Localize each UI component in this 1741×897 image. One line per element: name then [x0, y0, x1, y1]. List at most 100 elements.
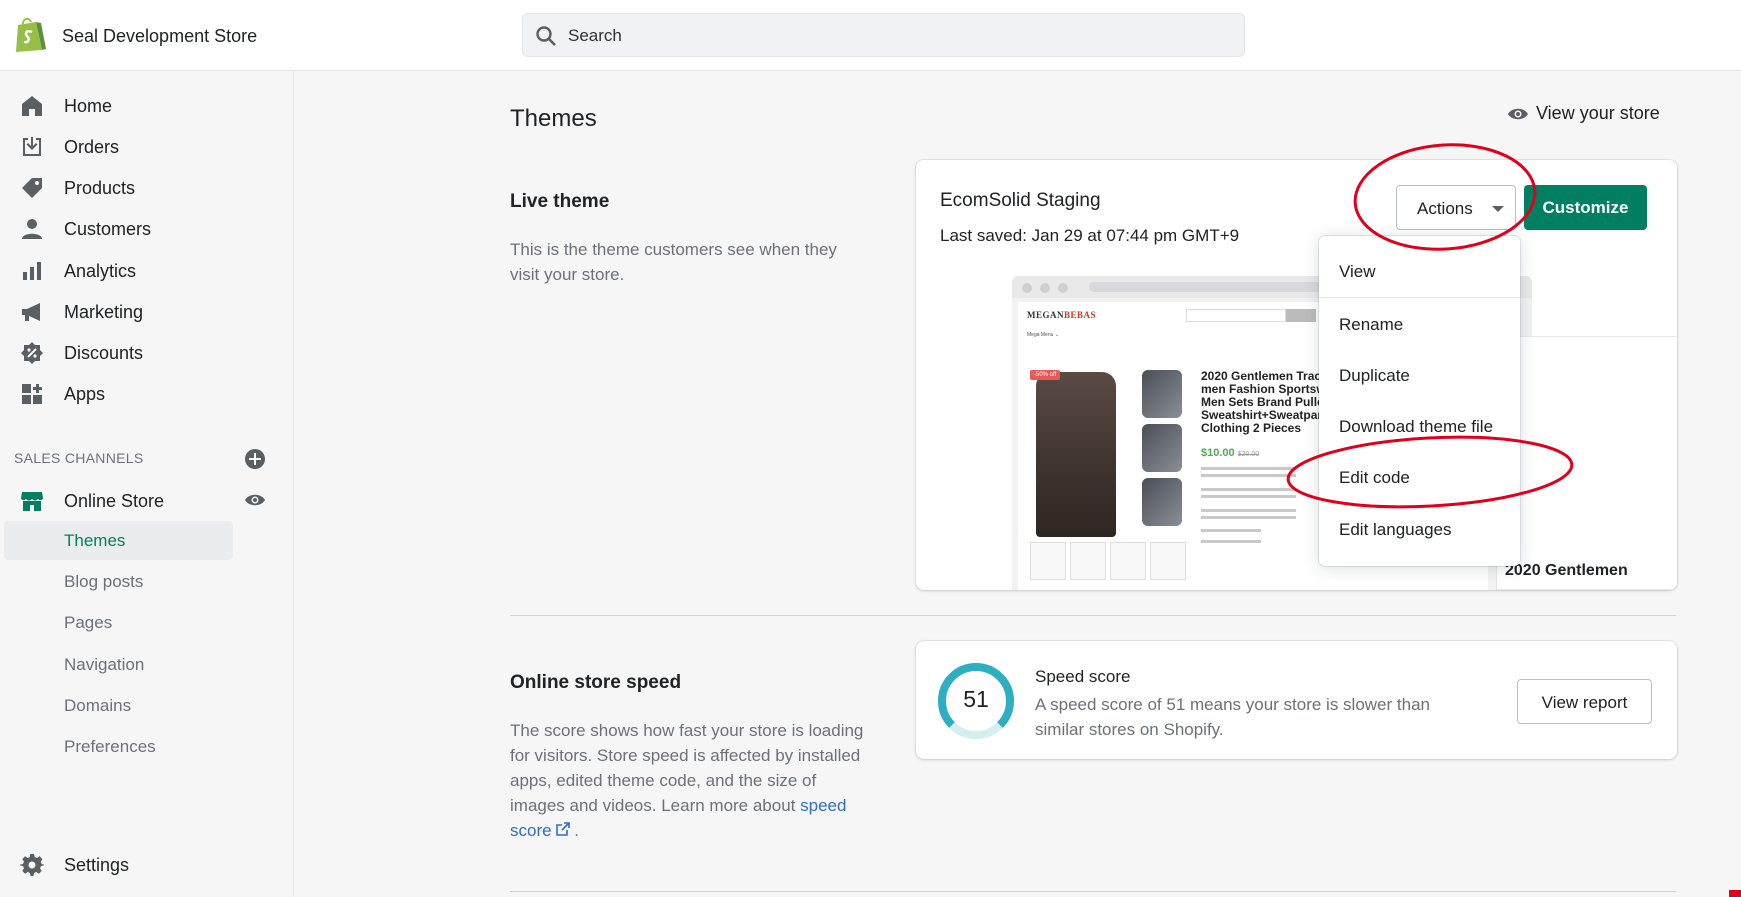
- preview-search-button: [1286, 309, 1316, 322]
- discount-icon: [21, 342, 43, 364]
- sidebar-item-preferences[interactable]: Preferences: [4, 727, 233, 766]
- eye-icon[interactable]: [244, 489, 266, 511]
- product-image: [1142, 478, 1182, 526]
- sidebar-item-label: Themes: [64, 531, 126, 550]
- sidebar-item-home[interactable]: Home: [0, 86, 294, 126]
- thumbnail: [1150, 542, 1186, 580]
- sidebar-item-analytics[interactable]: Analytics: [0, 251, 294, 291]
- sidebar-item-orders[interactable]: Orders: [0, 127, 294, 167]
- product-main-image: [1036, 372, 1116, 537]
- mobile-preview-title: 2020 Gentlemen: [1505, 562, 1628, 579]
- sidebar-item-discounts[interactable]: Discounts: [0, 333, 294, 373]
- thumbnail: [1070, 542, 1106, 580]
- top-bar: Seal Development Store Search: [0, 0, 1741, 71]
- sidebar-item-label: Settings: [64, 855, 130, 875]
- thumbnail: [1110, 542, 1146, 580]
- orders-icon: [23, 137, 41, 156]
- menu-item-label: View: [1339, 262, 1376, 281]
- menu-item-rename[interactable]: Rename: [1319, 306, 1520, 346]
- store-name[interactable]: Seal Development Store: [62, 26, 257, 47]
- menu-item-edit-code[interactable]: Edit code: [1319, 459, 1520, 499]
- preview-price: $10.00 $20.00: [1201, 447, 1260, 459]
- search-placeholder: Search: [568, 26, 622, 45]
- product-image: [1142, 424, 1182, 472]
- speed-score-value: 51: [963, 686, 989, 712]
- window-dot: [1058, 283, 1068, 293]
- live-theme-heading: Live theme: [510, 191, 610, 212]
- add-channel-icon[interactable]: [244, 448, 266, 470]
- caret-down-icon: [1492, 206, 1504, 212]
- gear-icon: [20, 854, 44, 876]
- page-title: Themes: [510, 105, 597, 132]
- sidebar-item-label: Customers: [64, 219, 152, 239]
- live-theme-description: This is the theme customers see when the…: [510, 240, 837, 284]
- sidebar-item-label: Home: [64, 96, 113, 116]
- sidebar-item-label: Marketing: [64, 302, 144, 322]
- sidebar-item-domains[interactable]: Domains: [4, 686, 233, 725]
- search-input[interactable]: Search: [522, 13, 1245, 57]
- menu-item-duplicate[interactable]: Duplicate: [1319, 357, 1520, 397]
- window-dot: [1040, 283, 1050, 293]
- main-content: Themes View your store Live theme This i…: [295, 71, 1741, 897]
- menu-divider: [1319, 297, 1520, 298]
- sidebar-item-label: Blog posts: [64, 572, 144, 591]
- apps-icon: [22, 384, 42, 404]
- menu-item-label: Edit languages: [1339, 520, 1452, 539]
- preview-menu: Mega Menu ⌄: [1027, 332, 1059, 338]
- store-icon: [21, 492, 43, 511]
- live-theme-card: EcomSolid Staging Last saved: Jan 29 at …: [916, 160, 1677, 590]
- sidebar-item-label: Domains: [64, 696, 132, 715]
- menu-item-edit-languages[interactable]: Edit languages: [1319, 511, 1520, 551]
- bar-chart-icon: [23, 262, 41, 280]
- section-divider: [510, 891, 1676, 892]
- sidebar-item-themes[interactable]: Themes: [4, 521, 233, 560]
- search-icon: [536, 26, 556, 46]
- speed-heading: Online store speed: [510, 672, 682, 693]
- shopify-logo-icon[interactable]: [12, 16, 46, 52]
- menu-item-label: Duplicate: [1339, 366, 1410, 385]
- customize-button[interactable]: Customize: [1524, 185, 1647, 230]
- sale-badge: -50% off: [1030, 370, 1061, 380]
- thumbnail: [1030, 542, 1066, 580]
- sidebar-item-label: Navigation: [64, 655, 145, 674]
- sidebar-item-label: Orders: [64, 137, 120, 157]
- sidebar-item-label: Pages: [64, 613, 113, 632]
- actions-button[interactable]: Actions: [1396, 185, 1516, 230]
- person-icon: [22, 219, 42, 239]
- view-report-button[interactable]: View report: [1517, 679, 1652, 724]
- sidebar-item-navigation[interactable]: Navigation: [4, 645, 233, 684]
- sidebar-item-label: Discounts: [64, 343, 144, 363]
- external-link-icon: [555, 822, 570, 836]
- preview-brand: MEGANBEBAS: [1027, 310, 1097, 320]
- speed-card: 51 Speed score A speed score of 51 means…: [916, 641, 1677, 759]
- customize-label: Customize: [1542, 198, 1629, 217]
- view-store-label: View your store: [1536, 103, 1660, 123]
- sidebar-item-products[interactable]: Products: [0, 168, 294, 208]
- sidebar-item-blog-posts[interactable]: Blog posts: [4, 562, 233, 601]
- sidebar: Home Orders Products Customers Analytics…: [0, 71, 294, 897]
- sidebar-item-marketing[interactable]: Marketing: [0, 292, 294, 332]
- sidebar-item-customers[interactable]: Customers: [0, 209, 294, 249]
- menu-item-view[interactable]: View: [1319, 253, 1520, 293]
- menu-item-label: Download theme file: [1339, 417, 1494, 436]
- sidebar-item-label: Apps: [64, 384, 106, 404]
- sidebar-item-settings[interactable]: Settings: [0, 845, 294, 885]
- section-divider: [510, 615, 1676, 616]
- window-dot: [1022, 283, 1032, 293]
- speed-score-description: A speed score of 51 means your store is …: [1035, 695, 1430, 739]
- sidebar-item-label: Online Store: [64, 491, 165, 511]
- tag-icon: [22, 178, 42, 198]
- menu-item-download-theme-file[interactable]: Download theme file: [1319, 408, 1520, 448]
- sidebar-item-apps[interactable]: Apps: [0, 374, 294, 414]
- speed-score-title: Speed score: [1035, 667, 1131, 686]
- sidebar-item-pages[interactable]: Pages: [4, 603, 233, 642]
- speed-description: The score shows how fast your store is l…: [510, 721, 864, 840]
- home-icon: [22, 96, 42, 116]
- actions-menu: View Rename Duplicate Download theme fil…: [1319, 236, 1520, 566]
- megaphone-icon: [22, 303, 40, 321]
- menu-item-label: Edit code: [1339, 468, 1410, 487]
- mobile-preview: 2020 Gentlemen: [1496, 336, 1677, 590]
- view-report-label: View report: [1541, 693, 1628, 712]
- menu-item-label: Rename: [1339, 315, 1404, 334]
- actions-label: Actions: [1417, 199, 1473, 218]
